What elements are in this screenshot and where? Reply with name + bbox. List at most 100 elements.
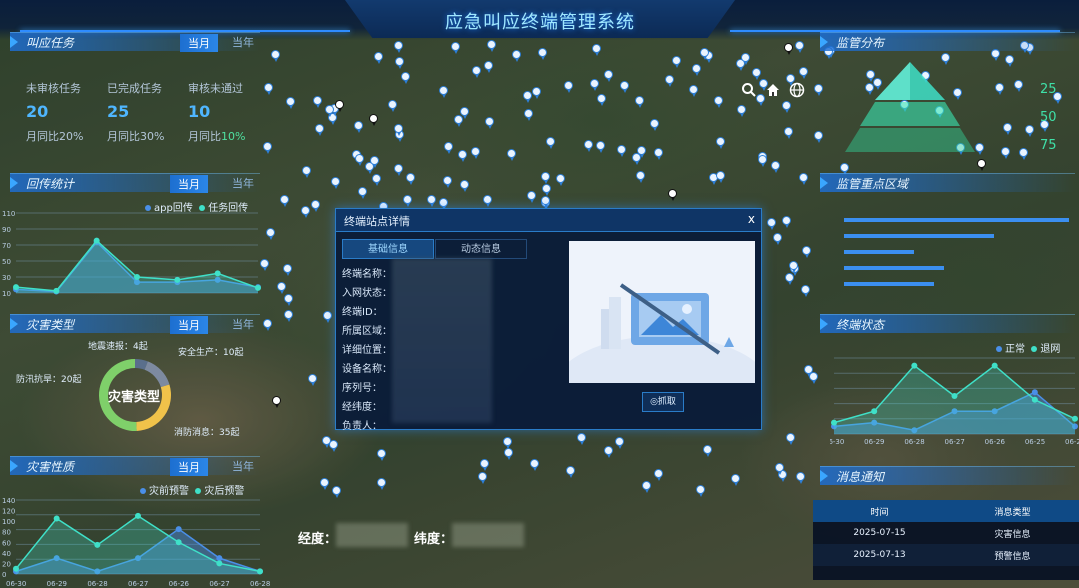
disaster-type-year-button[interactable]: 当年: [232, 316, 254, 332]
map-marker-icon[interactable]: [325, 105, 334, 117]
map-marker-icon[interactable]: [795, 41, 804, 53]
map-marker-icon[interactable]: [786, 433, 795, 445]
map-marker-icon[interactable]: [485, 117, 494, 129]
map-marker-icon[interactable]: [782, 101, 791, 113]
search-icon[interactable]: [740, 82, 758, 100]
table-row[interactable]: 2025-07-13 预警信息: [813, 544, 1079, 566]
globe-icon[interactable]: [788, 82, 806, 100]
map-marker-icon[interactable]: [284, 310, 293, 322]
map-marker-icon[interactable]: [692, 64, 701, 76]
tasks-year-button[interactable]: 当年: [232, 34, 254, 50]
map-marker-icon[interactable]: [460, 180, 469, 192]
map-marker-icon[interactable]: [995, 83, 1004, 95]
map-marker-icon[interactable]: [443, 176, 452, 188]
returns-month-button[interactable]: 当月: [170, 175, 208, 193]
map-marker-icon[interactable]: [329, 440, 338, 452]
map-marker-icon[interactable]: [523, 91, 532, 103]
map-marker-icon[interactable]: [301, 206, 310, 218]
map-marker-icon[interactable]: [1003, 123, 1012, 135]
map-marker-icon[interactable]: [308, 374, 317, 386]
map-marker-icon[interactable]: [700, 48, 709, 60]
map-marker-icon[interactable]: [503, 437, 512, 449]
map-marker-icon[interactable]: [546, 137, 555, 149]
map-marker-icon[interactable]: [696, 485, 705, 497]
map-marker-icon[interactable]: [388, 100, 397, 112]
map-marker-icon[interactable]: [758, 155, 767, 167]
map-marker-icon[interactable]: [566, 466, 575, 478]
map-marker-icon[interactable]: [596, 141, 605, 153]
map-marker-icon[interactable]: [785, 273, 794, 285]
map-marker-icon[interactable]: [796, 472, 805, 484]
map-marker-icon[interactable]: [716, 137, 725, 149]
map-marker-icon[interactable]: [1019, 148, 1028, 160]
map-marker-icon[interactable]: [358, 187, 367, 199]
map-marker-icon[interactable]: [592, 44, 601, 56]
map-marker-icon[interactable]: [283, 264, 292, 276]
map-marker-icon[interactable]: [615, 437, 624, 449]
map-marker-icon[interactable]: [530, 459, 539, 471]
map-marker-icon[interactable]: [801, 285, 810, 297]
map-marker-icon[interactable]: [668, 189, 677, 201]
map-marker-icon[interactable]: [403, 195, 412, 207]
map-marker-icon[interactable]: [372, 174, 381, 186]
map-marker-icon[interactable]: [394, 124, 403, 136]
map-marker-icon[interactable]: [280, 195, 289, 207]
map-marker-icon[interactable]: [507, 149, 516, 161]
map-marker-icon[interactable]: [538, 48, 547, 60]
map-marker-icon[interactable]: [590, 79, 599, 91]
map-marker-icon[interactable]: [263, 319, 272, 331]
map-marker-icon[interactable]: [370, 156, 379, 168]
map-marker-icon[interactable]: [472, 66, 481, 78]
map-marker-icon[interactable]: [617, 145, 626, 157]
map-marker-icon[interactable]: [460, 107, 469, 119]
map-marker-icon[interactable]: [1014, 80, 1023, 92]
map-marker-icon[interactable]: [320, 478, 329, 490]
map-marker-icon[interactable]: [665, 75, 674, 87]
map-marker-icon[interactable]: [767, 218, 776, 230]
map-marker-icon[interactable]: [524, 109, 533, 121]
map-marker-icon[interactable]: [775, 463, 784, 475]
map-marker-icon[interactable]: [277, 282, 286, 294]
map-marker-icon[interactable]: [286, 97, 295, 109]
map-marker-icon[interactable]: [439, 86, 448, 98]
map-marker-icon[interactable]: [331, 177, 340, 189]
map-marker-icon[interactable]: [642, 481, 651, 493]
map-marker-icon[interactable]: [512, 50, 521, 62]
map-marker-icon[interactable]: [604, 70, 613, 82]
map-marker-icon[interactable]: [556, 174, 565, 186]
map-marker-icon[interactable]: [1001, 147, 1010, 159]
map-marker-icon[interactable]: [271, 50, 280, 62]
map-marker-icon[interactable]: [311, 200, 320, 212]
map-marker-icon[interactable]: [439, 198, 448, 210]
map-marker-icon[interactable]: [541, 172, 550, 184]
map-marker-icon[interactable]: [332, 486, 341, 498]
disaster-nature-year-button[interactable]: 当年: [232, 458, 254, 474]
disaster-type-month-button[interactable]: 当月: [170, 316, 208, 334]
map-marker-icon[interactable]: [773, 233, 782, 245]
map-marker-icon[interactable]: [650, 119, 659, 131]
map-marker-icon[interactable]: [636, 171, 645, 183]
map-marker-icon[interactable]: [782, 216, 791, 228]
map-marker-icon[interactable]: [802, 246, 811, 258]
map-marker-icon[interactable]: [741, 53, 750, 65]
returns-year-button[interactable]: 当年: [232, 175, 254, 191]
map-marker-icon[interactable]: [471, 147, 480, 159]
map-marker-icon[interactable]: [451, 42, 460, 54]
tasks-month-button[interactable]: 当月: [180, 34, 218, 52]
map-marker-icon[interactable]: [483, 195, 492, 207]
map-marker-icon[interactable]: [394, 164, 403, 176]
map-marker-icon[interactable]: [620, 81, 629, 93]
map-marker-icon[interactable]: [814, 131, 823, 143]
map-marker-icon[interactable]: [597, 94, 606, 106]
map-marker-icon[interactable]: [689, 85, 698, 97]
map-marker-icon[interactable]: [731, 474, 740, 486]
map-marker-icon[interactable]: [577, 433, 586, 445]
tab-dynamic-info[interactable]: 动态信息: [435, 239, 527, 259]
map-marker-icon[interactable]: [771, 161, 780, 173]
map-marker-icon[interactable]: [377, 478, 386, 490]
map-marker-icon[interactable]: [703, 445, 712, 457]
map-marker-icon[interactable]: [504, 448, 513, 460]
map-marker-icon[interactable]: [454, 115, 463, 127]
tab-basic-info[interactable]: 基础信息: [342, 239, 434, 259]
map-marker-icon[interactable]: [527, 191, 536, 203]
